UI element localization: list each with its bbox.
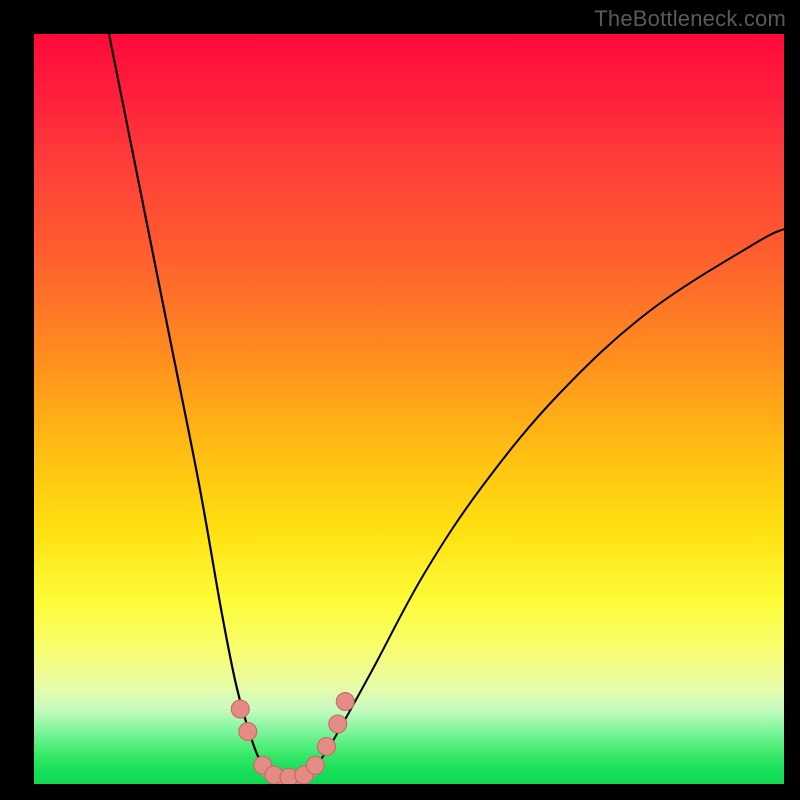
curve-layer — [34, 34, 784, 784]
chart-frame: TheBottleneck.com — [0, 0, 800, 800]
marker-group — [231, 693, 354, 785]
data-marker — [329, 715, 347, 733]
data-marker — [239, 723, 257, 741]
data-marker — [318, 738, 336, 756]
curve-right-branch — [304, 229, 784, 777]
watermark-text: TheBottleneck.com — [594, 6, 786, 32]
bottleneck-curve — [109, 34, 784, 778]
plot-area — [34, 34, 784, 784]
data-marker — [336, 693, 354, 711]
data-marker — [231, 700, 249, 718]
curve-left-branch — [109, 34, 274, 777]
data-marker — [306, 756, 324, 774]
